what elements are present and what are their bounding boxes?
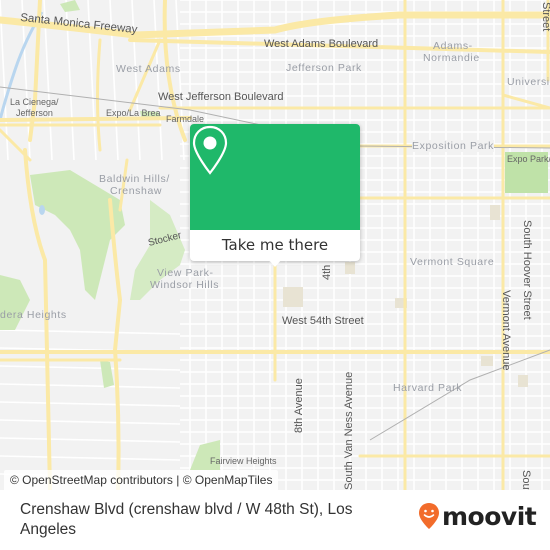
label-street-top-right: Street — [540, 2, 550, 32]
label-ladera-heights: dera Heights — [0, 309, 67, 321]
label-baldwin-hills-line1: Baldwin Hills/ — [99, 173, 170, 185]
label-university: Universi — [507, 76, 550, 88]
label-adams-normandie-line2: Normandie — [423, 52, 480, 64]
label-4th: 4th — [321, 264, 333, 280]
osm-attribution-link[interactable]: © OpenStreetMap contributors — [10, 473, 173, 487]
map-view[interactable]: Santa Monica Freeway West Adams Boulevar… — [0, 0, 550, 490]
label-view-park-line1: View Park- — [157, 267, 214, 279]
footer: Crenshaw Blvd (crenshaw blvd / W 48th St… — [0, 490, 550, 550]
label-exposition-park: Exposition Park — [412, 140, 494, 152]
popup-header — [190, 124, 360, 230]
label-jefferson-park: Jefferson Park — [286, 62, 362, 74]
label-south-van-ness-avenue: South Van Ness Avenue — [343, 371, 355, 490]
attribution-separator: | — [172, 473, 183, 487]
label-south-hoover-street: South Hoover Street — [521, 220, 533, 320]
map-attribution: © OpenStreetMap contributors | © OpenMap… — [4, 470, 279, 490]
take-me-there-button[interactable]: Take me there — [190, 230, 360, 261]
label-harvard-park: Harvard Park — [393, 382, 463, 394]
label-vermont-avenue: Vermont Avenue — [500, 290, 512, 371]
openmaptiles-attribution-link[interactable]: © OpenMapTiles — [183, 473, 273, 487]
map-pin-icon — [192, 125, 228, 175]
stop-title: Crenshaw Blvd (crenshaw blvd / W 48th St… — [20, 501, 353, 538]
label-expo-la-brea: Expo/La Brea — [106, 108, 161, 118]
label-west-adams-boulevard: West Adams Boulevard — [264, 38, 379, 50]
label-vermont-square: Vermont Square — [410, 256, 495, 268]
label-view-park-line2: Windsor Hills — [150, 279, 220, 291]
label-west-jefferson-boulevard: West Jefferson Boulevard — [158, 91, 284, 103]
label-adams-normandie-line1: Adams- — [433, 40, 473, 52]
label-west-adams: West Adams — [116, 63, 181, 75]
label-west-54th-street: West 54th Street — [282, 315, 364, 327]
label-la-cienega-line2: Jefferson — [16, 108, 53, 118]
label-baldwin-hills-line2: Crenshaw — [110, 185, 163, 197]
moovit-pin-icon — [419, 503, 439, 529]
location-popup[interactable]: Take me there — [190, 124, 360, 267]
moovit-wordmark: moovit — [442, 501, 537, 531]
label-expo-park-station: Expo Park/ — [507, 154, 550, 164]
label-8th-avenue: 8th Avenue — [293, 378, 305, 433]
popup-pointer — [268, 259, 282, 267]
moovit-logo[interactable]: moovit — [418, 501, 537, 531]
label-south-bottom-right: South — [520, 470, 532, 490]
label-fairview-heights: Fairview Heights — [210, 456, 277, 466]
